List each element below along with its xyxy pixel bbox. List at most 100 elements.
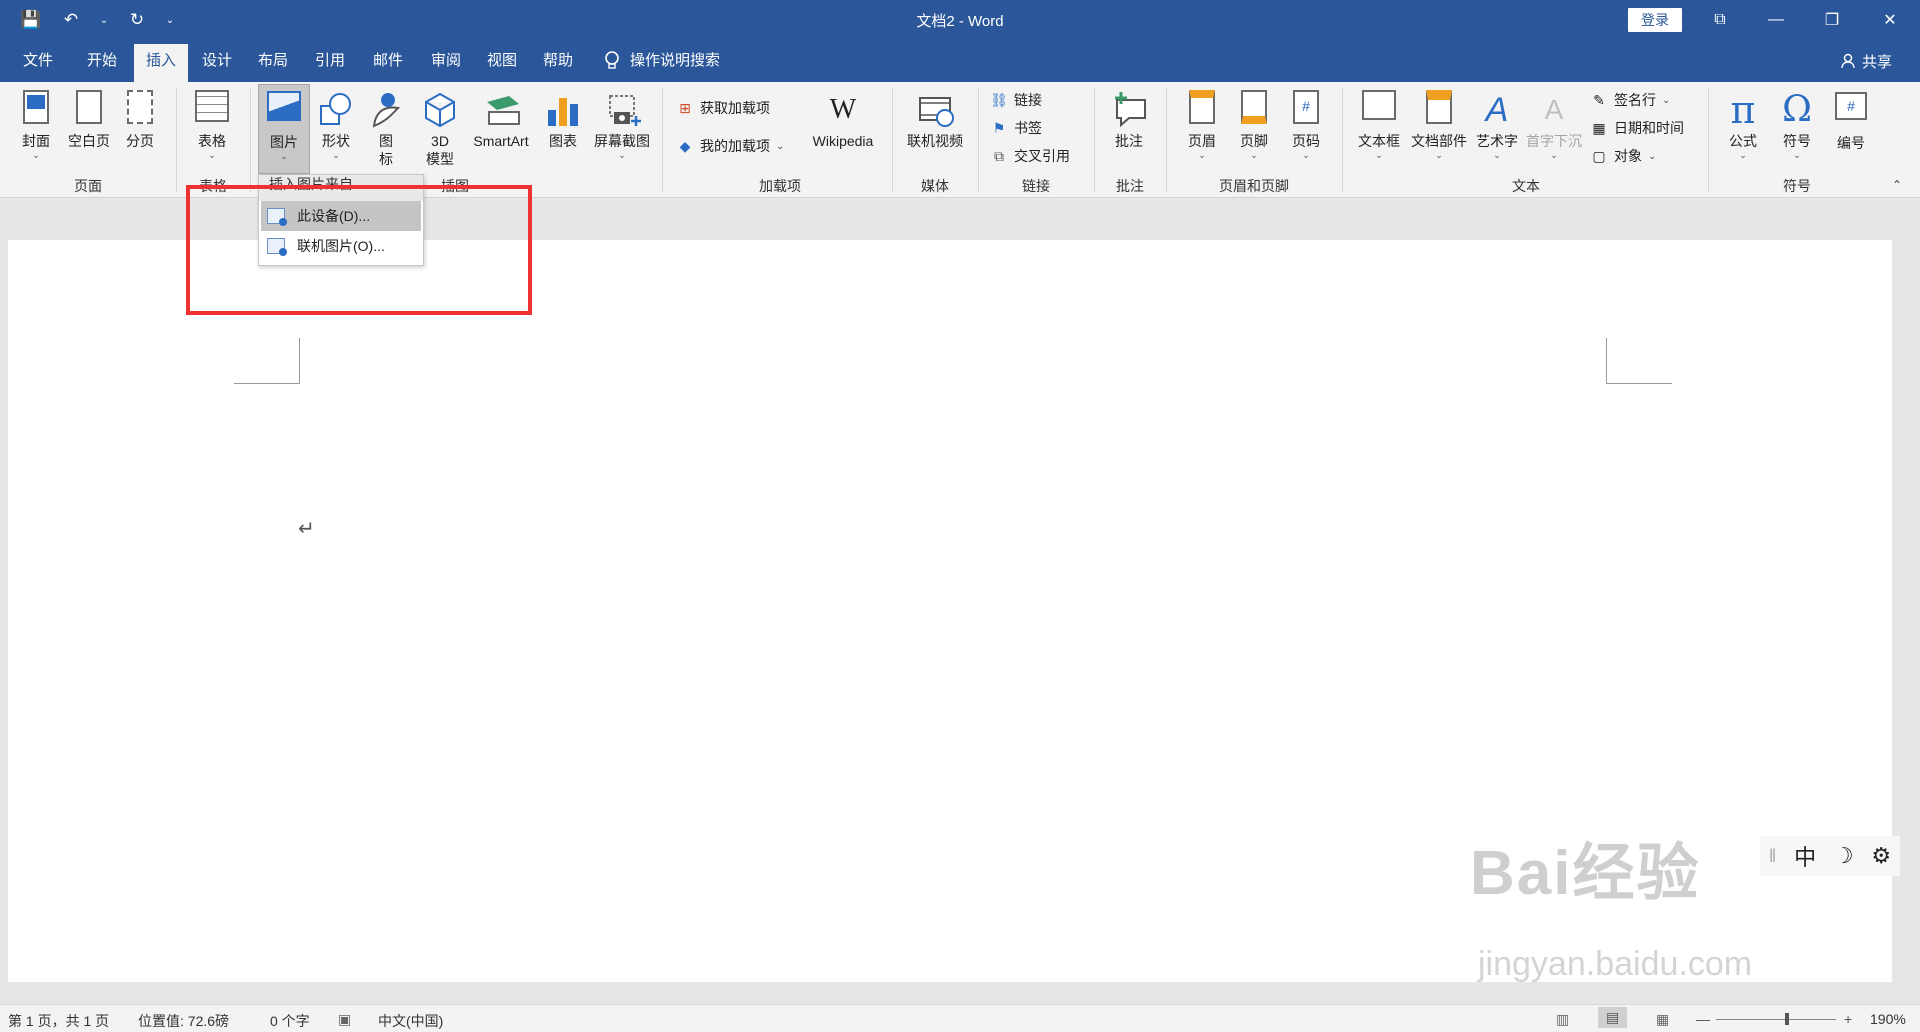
equation-button[interactable]: π 公式 ⌄	[1718, 86, 1768, 160]
zoom-level[interactable]: 190%	[1870, 1011, 1906, 1027]
my-addins-button[interactable]: ◆ 我的加载项 ⌄	[676, 136, 785, 156]
link-button[interactable]: ⛓ 链接	[990, 90, 1042, 110]
page-break-button[interactable]: 分页	[118, 86, 162, 150]
print-layout-icon[interactable]: ▤	[1598, 1007, 1628, 1028]
language[interactable]: 中文(中国)	[378, 1011, 443, 1031]
smartart-button[interactable]: SmartArt	[466, 86, 536, 150]
chart-button[interactable]: 图表	[542, 86, 584, 150]
zoom-in-button[interactable]: +	[1844, 1011, 1852, 1027]
tab-references[interactable]: 引用	[304, 40, 356, 82]
group-label-pages: 页面	[74, 178, 102, 194]
chart-label: 图表	[549, 133, 577, 149]
tab-file[interactable]: 文件	[10, 40, 66, 82]
wordart-label: 艺术字	[1476, 133, 1518, 149]
textbox-button[interactable]: 文本框 ⌄	[1352, 86, 1406, 160]
get-addins-button[interactable]: ⊞ 获取加载项	[676, 98, 770, 118]
settings-icon[interactable]: ⚙	[1871, 843, 1891, 869]
header-button[interactable]: 页眉 ⌄	[1178, 86, 1226, 160]
share-button[interactable]: 共享	[1840, 40, 1892, 82]
moon-icon[interactable]: ☽	[1834, 843, 1854, 869]
chart-icon	[545, 90, 581, 126]
wikipedia-icon: W	[829, 94, 857, 125]
numbering-icon: #	[1835, 92, 1867, 120]
page-count[interactable]: 第 1 页，共 1 页	[8, 1011, 109, 1031]
page-number-button[interactable]: # 页码 ⌄	[1282, 86, 1330, 160]
separator	[1094, 88, 1095, 192]
ribbon-display-options-icon[interactable]: ⧉	[1692, 0, 1748, 40]
read-mode-icon[interactable]: ▥	[1556, 1011, 1569, 1028]
wordart-button[interactable]: A 艺术字 ⌄	[1472, 86, 1522, 160]
drop-cap-label: 首字下沉	[1526, 133, 1582, 149]
screenshot-button[interactable]: 屏幕截图 ⌄	[590, 86, 654, 160]
separator	[250, 88, 251, 192]
minimize-icon[interactable]: —	[1748, 0, 1804, 40]
cover-page-label: 封面	[22, 133, 50, 149]
baidu-watermark: Bai经验	[1470, 839, 1701, 908]
quick-parts-button[interactable]: 文档部件 ⌄	[1408, 86, 1470, 160]
object-button[interactable]: ▢ 对象 ⌄	[1590, 146, 1656, 166]
cross-reference-button[interactable]: ⧉ 交叉引用	[990, 146, 1070, 166]
collapse-ribbon-icon[interactable]: ⌃	[1892, 178, 1902, 192]
wikipedia-button[interactable]: W Wikipedia	[804, 86, 882, 150]
3d-models-button[interactable]: 3D 模型	[418, 86, 462, 168]
comment-button[interactable]: 批注	[1104, 86, 1154, 150]
separator	[176, 88, 177, 192]
tell-me-search[interactable]: 操作说明搜索	[604, 40, 720, 82]
tab-insert[interactable]: 插入	[134, 44, 188, 82]
group-label-addins: 加载项	[759, 178, 801, 194]
tell-me-label: 操作说明搜索	[630, 52, 721, 69]
online-video-icon	[919, 97, 954, 127]
status-bar: 第 1 页，共 1 页 位置值: 72.6磅 0 个字 ▣ 中文(中国) ▥ ▤…	[0, 1004, 1920, 1032]
tab-mailings[interactable]: 邮件	[362, 40, 414, 82]
drop-cap-icon: A	[1544, 94, 1564, 125]
online-video-button[interactable]: 联机视频	[900, 86, 970, 150]
separator	[1166, 88, 1167, 192]
tab-help[interactable]: 帮助	[532, 40, 584, 82]
online-video-label: 联机视频	[907, 133, 963, 149]
blank-page-button[interactable]: 空白页	[62, 86, 116, 150]
table-button[interactable]: 表格 ⌄	[188, 86, 236, 160]
icons-icon	[372, 93, 401, 128]
tab-home[interactable]: 开始	[76, 40, 128, 82]
numbering-label: 编号	[1837, 135, 1865, 151]
login-button[interactable]: 登录	[1628, 8, 1682, 32]
word-count[interactable]: 0 个字	[270, 1011, 310, 1031]
baidu-watermark-url: jingyan.baidu.com	[1478, 945, 1753, 983]
group-label-symbols: 符号	[1783, 178, 1811, 194]
group-label-header-footer: 页眉和页脚	[1219, 178, 1289, 194]
tab-view[interactable]: 视图	[476, 40, 528, 82]
blank-page-label: 空白页	[68, 133, 110, 149]
page-break-icon	[127, 90, 153, 124]
symbol-button[interactable]: Ω 符号 ⌄	[1772, 86, 1822, 161]
footer-label: 页脚	[1240, 133, 1268, 149]
tab-layout[interactable]: 布局	[248, 40, 298, 82]
table-icon	[195, 90, 229, 122]
wikipedia-label: Wikipedia	[812, 133, 874, 149]
zoom-slider[interactable]	[1716, 1019, 1836, 1020]
numbering-button[interactable]: # 编号	[1826, 86, 1876, 152]
cover-page-button[interactable]: 封面 ⌄	[14, 86, 58, 160]
drop-cap-button[interactable]: A 首字下沉 ⌄	[1524, 86, 1584, 160]
tab-design[interactable]: 设计	[192, 40, 242, 82]
group-label-links: 链接	[1022, 178, 1050, 194]
icons-button[interactable]: 图 标	[364, 86, 408, 168]
close-icon[interactable]: ✕	[1862, 0, 1918, 40]
footer-button[interactable]: 页脚 ⌄	[1230, 86, 1278, 160]
page-number-label: 页码	[1292, 133, 1320, 149]
ribbon-tabs: 文件 开始 插入 设计 布局 引用 邮件 审阅 视图 帮助 操作说明搜索 共享	[0, 40, 1920, 82]
shapes-button[interactable]: 形状 ⌄	[314, 86, 358, 160]
signature-line-button[interactable]: ✎ 签名行 ⌄	[1590, 90, 1670, 110]
margin-corner-top-left	[234, 338, 300, 384]
bookmark-button[interactable]: ⚑ 书签	[990, 118, 1042, 138]
restore-icon[interactable]: ❐	[1804, 0, 1860, 40]
tab-review[interactable]: 审阅	[420, 40, 472, 82]
date-time-button[interactable]: ▦ 日期和时间	[1590, 118, 1684, 138]
zoom-slider-thumb[interactable]	[1785, 1013, 1789, 1025]
zoom-out-button[interactable]: —	[1696, 1011, 1710, 1027]
quick-parts-label: 文档部件	[1411, 133, 1467, 149]
pictures-button[interactable]: 图片 ⌄	[258, 84, 310, 174]
group-label-media: 媒体	[921, 178, 949, 194]
textbox-label: 文本框	[1358, 133, 1400, 149]
web-layout-icon[interactable]: ▦	[1656, 1011, 1669, 1028]
proofing-icon[interactable]: ▣	[338, 1011, 351, 1028]
